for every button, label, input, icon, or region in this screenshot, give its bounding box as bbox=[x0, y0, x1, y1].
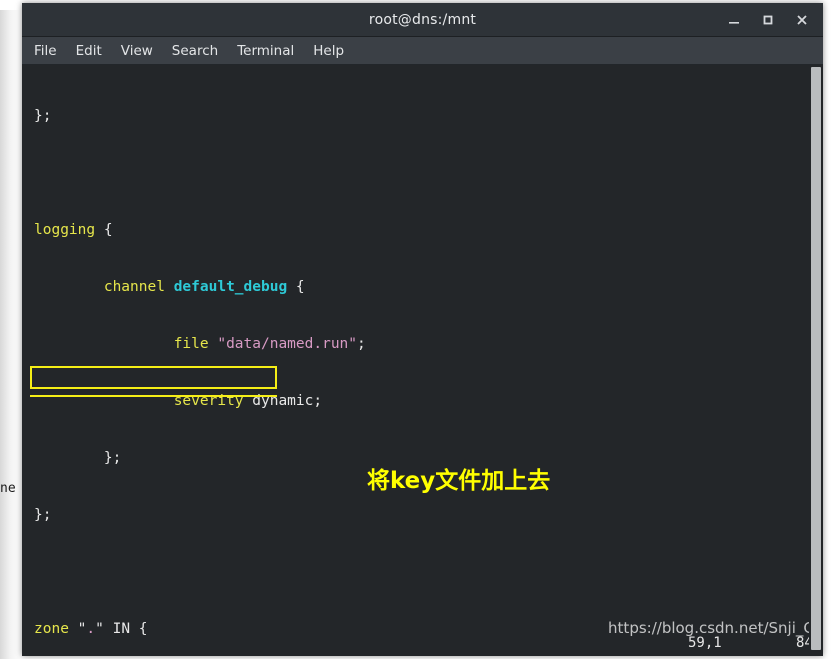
scrollbar-thumb[interactable] bbox=[811, 67, 821, 650]
background-window[interactable] bbox=[0, 10, 22, 659]
code-line: logging { bbox=[34, 222, 113, 238]
menu-item-edit[interactable]: Edit bbox=[76, 43, 102, 59]
code-line: }; bbox=[34, 507, 52, 523]
menu-item-search[interactable]: Search bbox=[172, 43, 218, 59]
cursor-position: 59,1 bbox=[688, 635, 722, 651]
close-icon[interactable] bbox=[785, 3, 819, 36]
menu-item-file[interactable]: File bbox=[34, 43, 57, 59]
terminal-body[interactable]: }; logging { channel default_debug { fil… bbox=[22, 65, 823, 656]
maximize-icon[interactable] bbox=[751, 3, 785, 36]
code-line: }; bbox=[34, 108, 52, 124]
title-bar[interactable]: root@dns:/mnt bbox=[22, 3, 823, 37]
menu-bar: File Edit View Search Terminal Help bbox=[22, 37, 823, 65]
background-window-text: ne bbox=[0, 481, 16, 496]
code-line: channel default_debug { bbox=[103, 279, 305, 295]
editor-status-line: 59,1 84% bbox=[22, 634, 823, 656]
annotation-highlight-underline bbox=[30, 395, 277, 397]
menu-item-terminal[interactable]: Terminal bbox=[237, 43, 294, 59]
annotation-label: 将key文件加上去 bbox=[367, 468, 551, 494]
window-controls bbox=[717, 3, 819, 36]
terminal-window: root@dns:/mnt File Edit View Search Term… bbox=[22, 3, 823, 656]
menu-item-help[interactable]: Help bbox=[313, 43, 344, 59]
window-title: root@dns:/mnt bbox=[368, 11, 477, 28]
editor-text[interactable]: }; logging { channel default_debug { fil… bbox=[22, 65, 823, 656]
menu-item-view[interactable]: View bbox=[121, 43, 153, 59]
desktop-right-edge bbox=[823, 0, 835, 659]
minimize-icon[interactable] bbox=[717, 3, 751, 36]
code-line: file "data/named.run"; bbox=[173, 336, 366, 352]
scrollbar[interactable] bbox=[809, 65, 823, 656]
